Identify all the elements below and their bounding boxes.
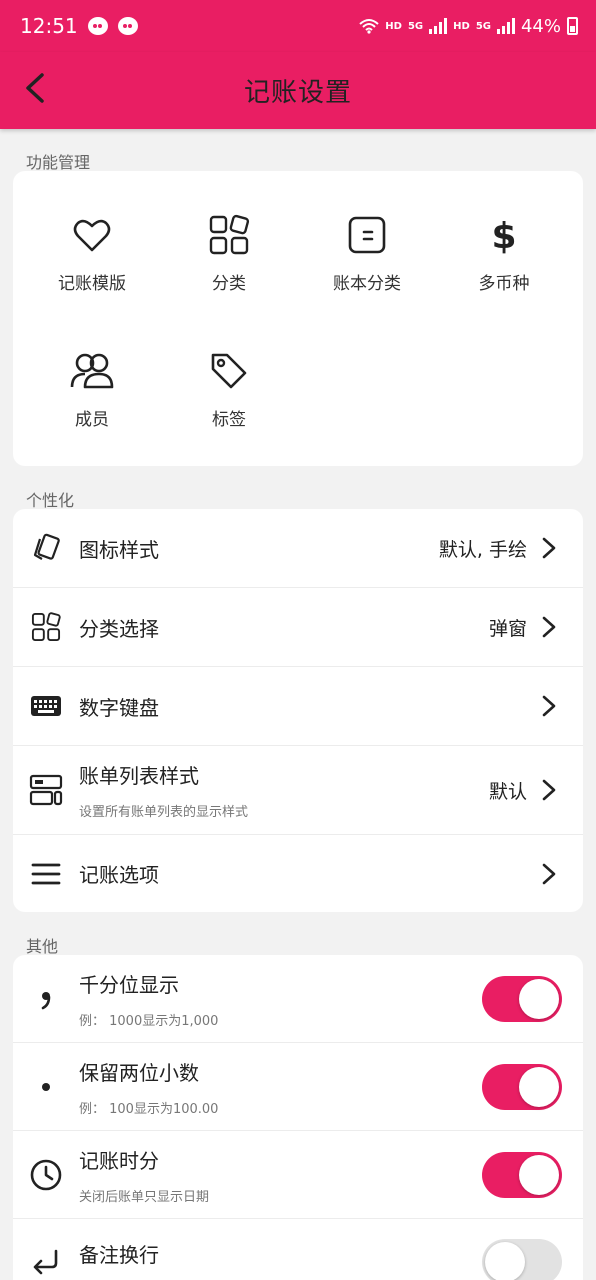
grid-item-label: 多币种 [478, 274, 530, 294]
app-bar: 记账设置 [0, 52, 596, 129]
menu-icon [31, 863, 61, 884]
grid-item-currency[interactable]: $ 多币种 [434, 213, 574, 294]
row-label: 记账时分 [79, 1148, 159, 1173]
comma-icon [41, 991, 51, 1009]
toggle-knob [519, 978, 559, 1019]
toggle-knob [519, 1154, 559, 1195]
grid-item-members[interactable]: 成员 [22, 349, 162, 430]
signal-icon-2 [496, 18, 515, 34]
return-icon [33, 1249, 58, 1275]
row-subtitle: 设置所有账单列表的显示样式 [79, 805, 249, 820]
message-icon [117, 17, 138, 35]
row-note-line-break[interactable]: 备注换行 [13, 1219, 583, 1280]
chevron-right-icon [542, 779, 556, 801]
wifi-icon [359, 19, 379, 34]
section-label-personal: 个性化 [26, 491, 75, 510]
chevron-right-icon [542, 863, 556, 884]
battery-percent: 44% [520, 15, 561, 37]
section-label-other: 其他 [26, 937, 59, 956]
row-label: 数字键盘 [79, 695, 159, 720]
clock-icon [30, 1159, 62, 1190]
card-style-icon [33, 533, 60, 560]
grid-item-label: 成员 [75, 410, 109, 430]
wechat-icon [87, 17, 108, 35]
chevron-right-icon [542, 616, 556, 638]
status-time: 12:51 [20, 14, 78, 38]
toggle-knob [519, 1066, 559, 1107]
keyboard-icon [31, 696, 61, 716]
grid-item-label: 分类 [212, 274, 246, 294]
row-bookkeeping-time[interactable]: 记账时分 关闭后账单只显示日期 [13, 1131, 583, 1219]
function-card: 记账模版 分类 账本分类 $ 多币种 成员 标签 [13, 171, 583, 466]
network-badge-2: 5G [475, 20, 491, 32]
network-badge-1: 5G [407, 20, 424, 32]
bookkeeping-time-toggle[interactable] [482, 1151, 562, 1198]
hd-badge-2: HD [453, 20, 470, 32]
section-label-function: 功能管理 [26, 153, 91, 172]
category-grid-icon [31, 612, 61, 642]
status-bar: 12:51 HD 5G HD 5G 44% [0, 0, 596, 52]
grid-item-category[interactable]: 分类 [159, 213, 299, 294]
heart-icon [73, 219, 111, 252]
row-numeric-keyboard[interactable]: 数字键盘 [13, 667, 583, 746]
other-card: 千分位显示 例： 1000显示为1,000 保留两位小数 例： 100显示为10… [13, 955, 583, 1280]
category-grid-icon [209, 214, 250, 255]
toggle-knob [485, 1242, 525, 1280]
row-subtitle: 关闭后账单只显示日期 [79, 1189, 210, 1205]
page-title: 记账设置 [243, 78, 352, 108]
row-bill-list-style[interactable]: 账单列表样式 设置所有账单列表的显示样式 默认 [13, 746, 583, 835]
row-value: 默认, 手绘 [438, 538, 527, 561]
row-label: 分类选择 [79, 616, 159, 641]
personal-card: 图标样式 默认, 手绘 分类选择 弹窗 数字键盘 账单列表样式 设置所有账单列表… [13, 509, 583, 912]
row-label: 账单列表样式 [79, 764, 199, 788]
chevron-right-icon [542, 695, 556, 717]
row-label: 图标样式 [79, 537, 159, 562]
row-two-decimals[interactable]: 保留两位小数 例： 100显示为100.00 [13, 1043, 583, 1131]
members-icon [70, 353, 114, 389]
dollar-icon: $ [491, 216, 516, 257]
grid-item-label: 标签 [212, 410, 246, 430]
row-subtitle: 例： 100显示为100.00 [79, 1101, 219, 1117]
battery-icon [567, 17, 578, 35]
grid-item-template[interactable]: 记账模版 [22, 213, 162, 294]
note-line-break-toggle[interactable] [482, 1239, 562, 1280]
row-category-select[interactable]: 分类选择 弹窗 [13, 588, 583, 667]
tag-icon [211, 353, 247, 389]
thousands-separator-toggle[interactable] [482, 975, 562, 1022]
row-bookkeeping-options[interactable]: 记账选项 [13, 835, 583, 912]
grid-item-book-category[interactable]: 账本分类 [297, 213, 437, 294]
row-label: 记账选项 [79, 863, 159, 887]
row-label: 保留两位小数 [79, 1060, 199, 1085]
two-decimals-toggle[interactable] [482, 1063, 562, 1110]
row-icon-style[interactable]: 图标样式 默认, 手绘 [13, 509, 583, 588]
list-layout-icon [29, 774, 63, 806]
svg-text:$: $ [491, 216, 516, 257]
row-thousands-separator[interactable]: 千分位显示 例： 1000显示为1,000 [13, 955, 583, 1043]
row-label: 千分位显示 [79, 972, 179, 997]
row-value: 弹窗 [488, 617, 527, 640]
grid-item-tag[interactable]: 标签 [159, 349, 299, 430]
row-label: 备注换行 [79, 1243, 159, 1267]
row-subtitle: 例： 1000显示为1,000 [79, 1013, 219, 1029]
row-value: 默认 [488, 780, 527, 803]
chevron-right-icon [542, 537, 556, 559]
grid-item-label: 账本分类 [333, 274, 401, 294]
book-category-icon [348, 216, 386, 254]
dot-icon [42, 1082, 50, 1091]
signal-icon-1 [429, 18, 448, 34]
hd-badge-1: HD [385, 20, 402, 32]
grid-item-label: 记账模版 [58, 274, 126, 294]
